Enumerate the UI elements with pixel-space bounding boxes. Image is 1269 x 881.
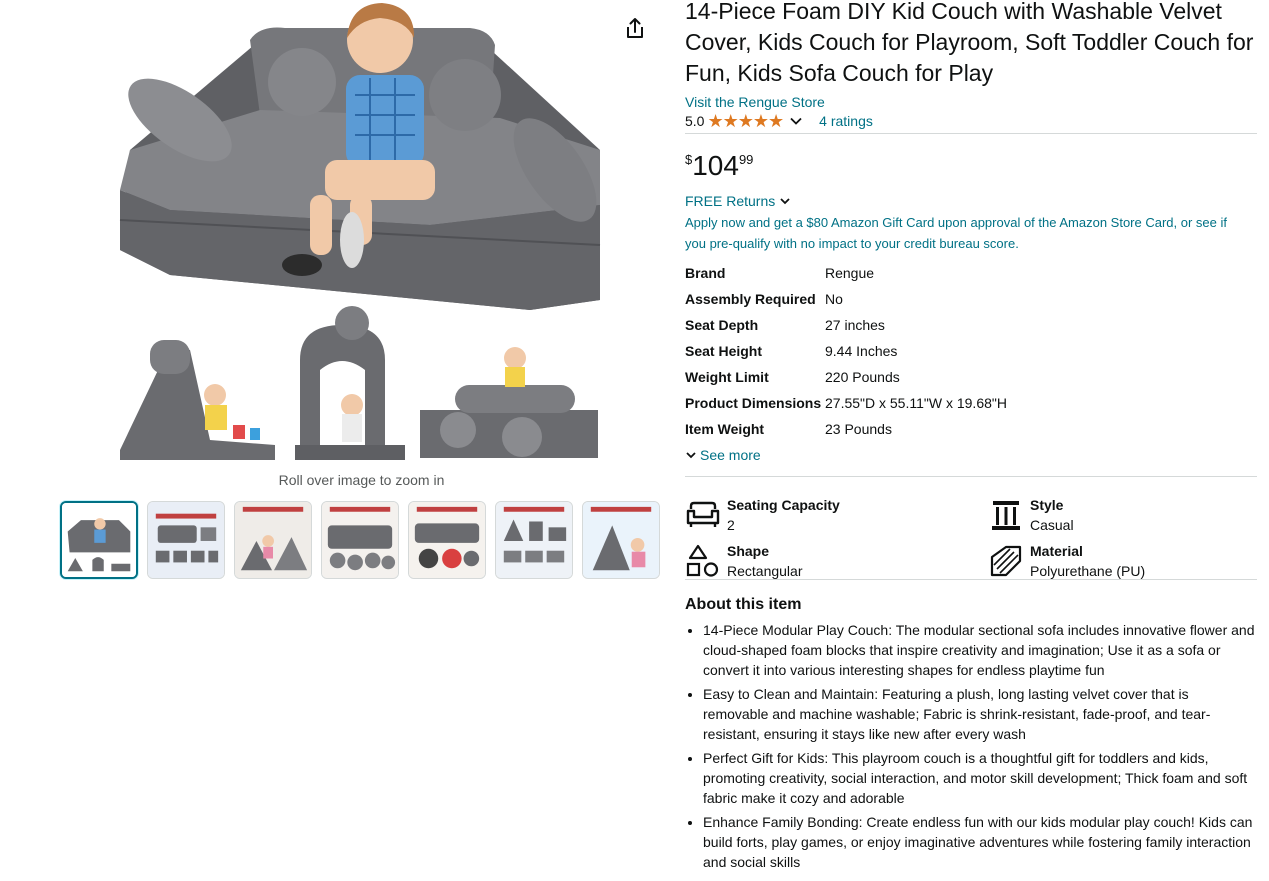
feature-style: Style Casual — [988, 495, 1074, 535]
spec-value: 27.55"D x 55.11"W x 19.68"H — [825, 395, 1007, 411]
thumbnail-strip — [60, 501, 660, 579]
spec-key: Item Weight — [685, 421, 765, 437]
spec-row: Seat Depth 27 inches — [685, 312, 1257, 338]
spec-value: 220 Pounds — [825, 369, 900, 385]
zoom-hint: Roll over image to zoom in — [278, 472, 445, 488]
spec-value: Rengue — [825, 265, 875, 281]
thumbnail-7[interactable] — [582, 501, 660, 579]
rating-row: 5.0 ★★★★★ 4 ratings — [685, 111, 1257, 131]
feature-shape: Shape Rectangular — [685, 541, 803, 581]
spec-row: Product Dimensions 27.55"D x 55.11"W x 19… — [685, 390, 1257, 416]
spec-table: Brand Rengue Assembly Required No Seat Dep… — [685, 260, 1257, 442]
feature-value: Casual — [1030, 517, 1074, 533]
feature-label: Style — [1030, 497, 1064, 513]
main-product-image[interactable] — [110, 0, 610, 468]
chevron-down-icon — [780, 198, 790, 205]
feature-label: Shape — [727, 543, 770, 559]
thumbnail-2[interactable] — [147, 501, 225, 579]
price-whole: 104 — [692, 150, 739, 181]
spec-key: Product Dimensions — [685, 395, 822, 411]
image-block: Roll over image to zoom in — [0, 0, 670, 600]
configuration-b — [295, 306, 405, 460]
spec-value: 9.44 Inches — [825, 343, 898, 359]
feature-label: Material — [1030, 543, 1083, 559]
feature-value: Polyurethane (PU) — [1030, 563, 1146, 579]
about-bullets: 14-Piece Modular Play Couch: The modular… — [685, 620, 1257, 872]
configuration-c — [420, 347, 598, 458]
feature-material: Material Polyurethane (PU) — [988, 541, 1145, 581]
spec-row: Item Weight 23 Pounds — [685, 416, 1257, 442]
chevron-down-icon[interactable] — [789, 114, 803, 128]
ratings-count-link[interactable]: 4 ratings — [819, 111, 873, 131]
thumbnail-3[interactable] — [234, 501, 312, 579]
free-returns-label: FREE Returns — [685, 193, 776, 209]
spec-row: Assembly Required No — [685, 286, 1257, 312]
rating-value: 5.0 — [685, 113, 705, 129]
thumbnail-4[interactable] — [321, 501, 399, 579]
price: $ 104 99 — [685, 152, 1257, 180]
share-icon[interactable] — [624, 16, 646, 40]
about-bullet: Enhance Family Bonding: Create endless f… — [703, 812, 1257, 872]
feature-value: 2 — [727, 517, 735, 533]
price-fraction: 99 — [738, 152, 754, 167]
divider — [685, 476, 1257, 477]
feature-icon-grid: Seating Capacity 2 Style Casual Shape Re… — [685, 491, 1257, 587]
thumbnail-5[interactable] — [408, 501, 486, 579]
free-returns-link[interactable]: FREE Returns — [685, 192, 1257, 210]
feature-value: Rectangular — [727, 563, 803, 579]
spec-key: Seat Height — [685, 343, 763, 359]
spec-value: 27 inches — [825, 317, 885, 333]
spec-key: Seat Depth — [685, 317, 759, 333]
spec-row: Weight Limit 220 Pounds — [685, 364, 1257, 390]
spec-row: Brand Rengue — [685, 260, 1257, 286]
thumbnail-6[interactable] — [495, 501, 573, 579]
thumbnail-1[interactable] — [60, 501, 138, 579]
feature-seating-capacity: Seating Capacity 2 — [685, 495, 840, 535]
shapes-icon — [686, 544, 719, 577]
about-bullet: 14-Piece Modular Play Couch: The modular… — [703, 620, 1257, 680]
spec-key: Assembly Required — [685, 291, 816, 307]
see-more-button[interactable]: See more — [685, 442, 1257, 468]
about-bullet: Perfect Gift for Kids: This playroom cou… — [703, 748, 1257, 808]
spec-value: No — [825, 291, 843, 307]
about-bullet: Easy to Clean and Maintain: Featuring a … — [703, 684, 1257, 744]
store-link[interactable]: Visit the Rengue Store — [685, 93, 1257, 111]
pillar-icon — [992, 501, 1020, 530]
star-rating-icon[interactable]: ★★★★★ — [707, 111, 784, 131]
material-icon — [990, 545, 1022, 577]
spec-row: Seat Height 9.44 Inches — [685, 338, 1257, 364]
sofa-icon — [686, 501, 720, 527]
product-title: 14-Piece Foam DIY Kid Couch with Washabl… — [685, 0, 1254, 86]
product-details: 14-Piece Foam DIY Kid Couch with Washabl… — [685, 0, 1257, 876]
spec-value: 23 Pounds — [825, 421, 892, 437]
feature-label: Seating Capacity — [727, 497, 840, 513]
divider — [685, 133, 1257, 134]
about-title: About this item — [685, 596, 802, 613]
store-card-offer[interactable]: Apply now and get a $80 Amazon Gift Card… — [685, 212, 1250, 254]
see-more-label: See more — [700, 447, 761, 463]
spec-key: Brand — [685, 265, 726, 281]
price-symbol: $ — [685, 152, 693, 167]
configuration-a — [120, 340, 275, 460]
spec-key: Weight Limit — [685, 369, 769, 385]
chevron-down-icon — [686, 452, 696, 459]
